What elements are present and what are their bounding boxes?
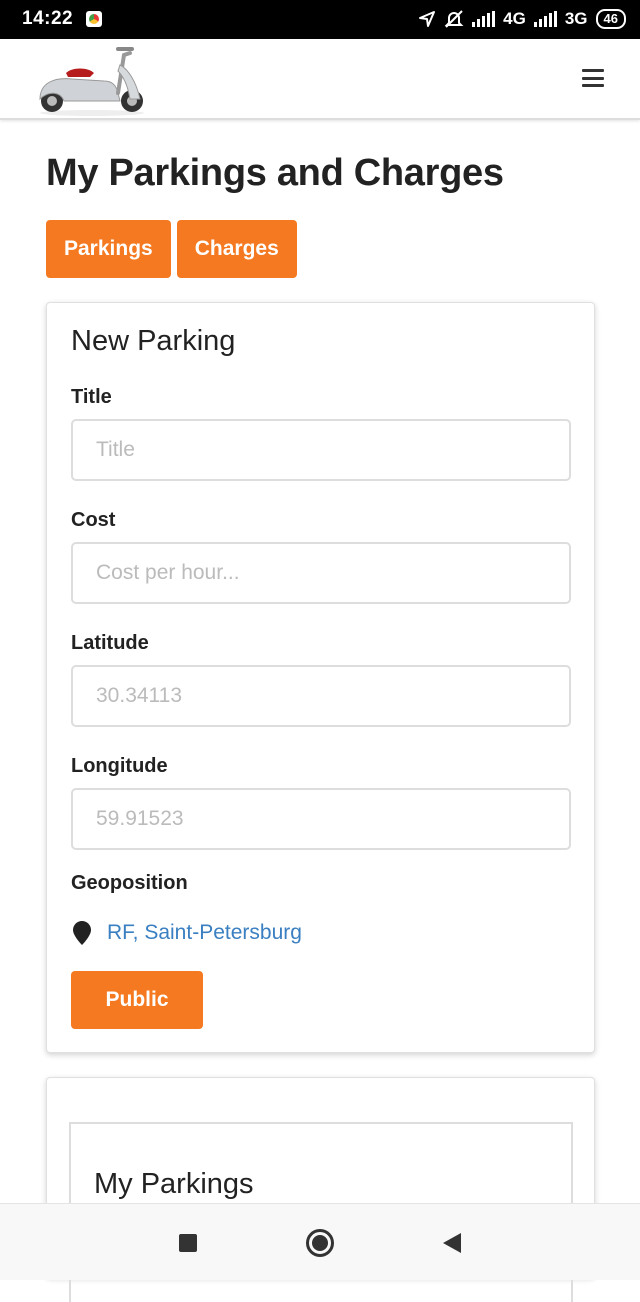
signal-icon-1 <box>472 11 496 27</box>
map-marker-icon <box>73 921 91 945</box>
latitude-label: Latitude <box>71 632 149 654</box>
geoposition-row: RF, Saint-Petersburg <box>71 921 570 945</box>
back-triangle-icon <box>443 1232 461 1253</box>
scooter-logo-icon[interactable] <box>32 41 152 117</box>
back-button[interactable] <box>432 1204 472 1281</box>
system-nav-bar <box>0 1203 640 1280</box>
new-parking-card: New Parking Title Cost Latitude Longitud… <box>46 302 595 1053</box>
tab-parkings[interactable]: Parkings <box>46 220 171 278</box>
square-icon <box>179 1233 197 1252</box>
geoposition-link[interactable]: RF, Saint-Petersburg <box>107 921 302 945</box>
status-icons: 4G 3G 46 <box>418 6 626 32</box>
title-label: Title <box>71 386 112 408</box>
page-title: My Parkings and Charges <box>46 152 504 194</box>
status-time: 14:22 <box>22 8 74 29</box>
chrome-notification-icon <box>86 11 102 27</box>
app-header <box>0 39 640 120</box>
geoposition-label: Geoposition <box>71 872 188 894</box>
home-button[interactable] <box>300 1204 340 1281</box>
home-circle-icon <box>306 1228 334 1257</box>
main-content: My Parkings and Charges Parkings Charges… <box>46 120 595 1302</box>
bell-muted-icon <box>444 10 464 28</box>
longitude-input[interactable] <box>71 788 571 850</box>
my-parkings-title: My Parkings <box>94 1168 254 1200</box>
longitude-label: Longitude <box>71 755 168 777</box>
status-bar: 14:22 4G 3G 46 <box>0 0 640 39</box>
battery-indicator: 46 <box>595 9 626 29</box>
cost-label: Cost <box>71 509 116 531</box>
network-label-1: 4G <box>503 9 526 28</box>
hamburger-menu-icon[interactable] <box>582 69 604 87</box>
cost-input[interactable] <box>71 542 571 604</box>
tab-charges[interactable]: Charges <box>176 220 297 278</box>
network-label-2: 3G <box>564 9 588 28</box>
recent-apps-button[interactable] <box>168 1204 208 1281</box>
location-arrow-icon <box>419 11 436 27</box>
signal-icon-2 <box>533 11 557 27</box>
section-tabs: Parkings Charges <box>46 220 595 278</box>
title-input[interactable] <box>71 419 571 481</box>
new-parking-title: New Parking <box>71 325 236 357</box>
latitude-input[interactable] <box>71 665 571 727</box>
public-button[interactable]: Public <box>71 971 203 1029</box>
